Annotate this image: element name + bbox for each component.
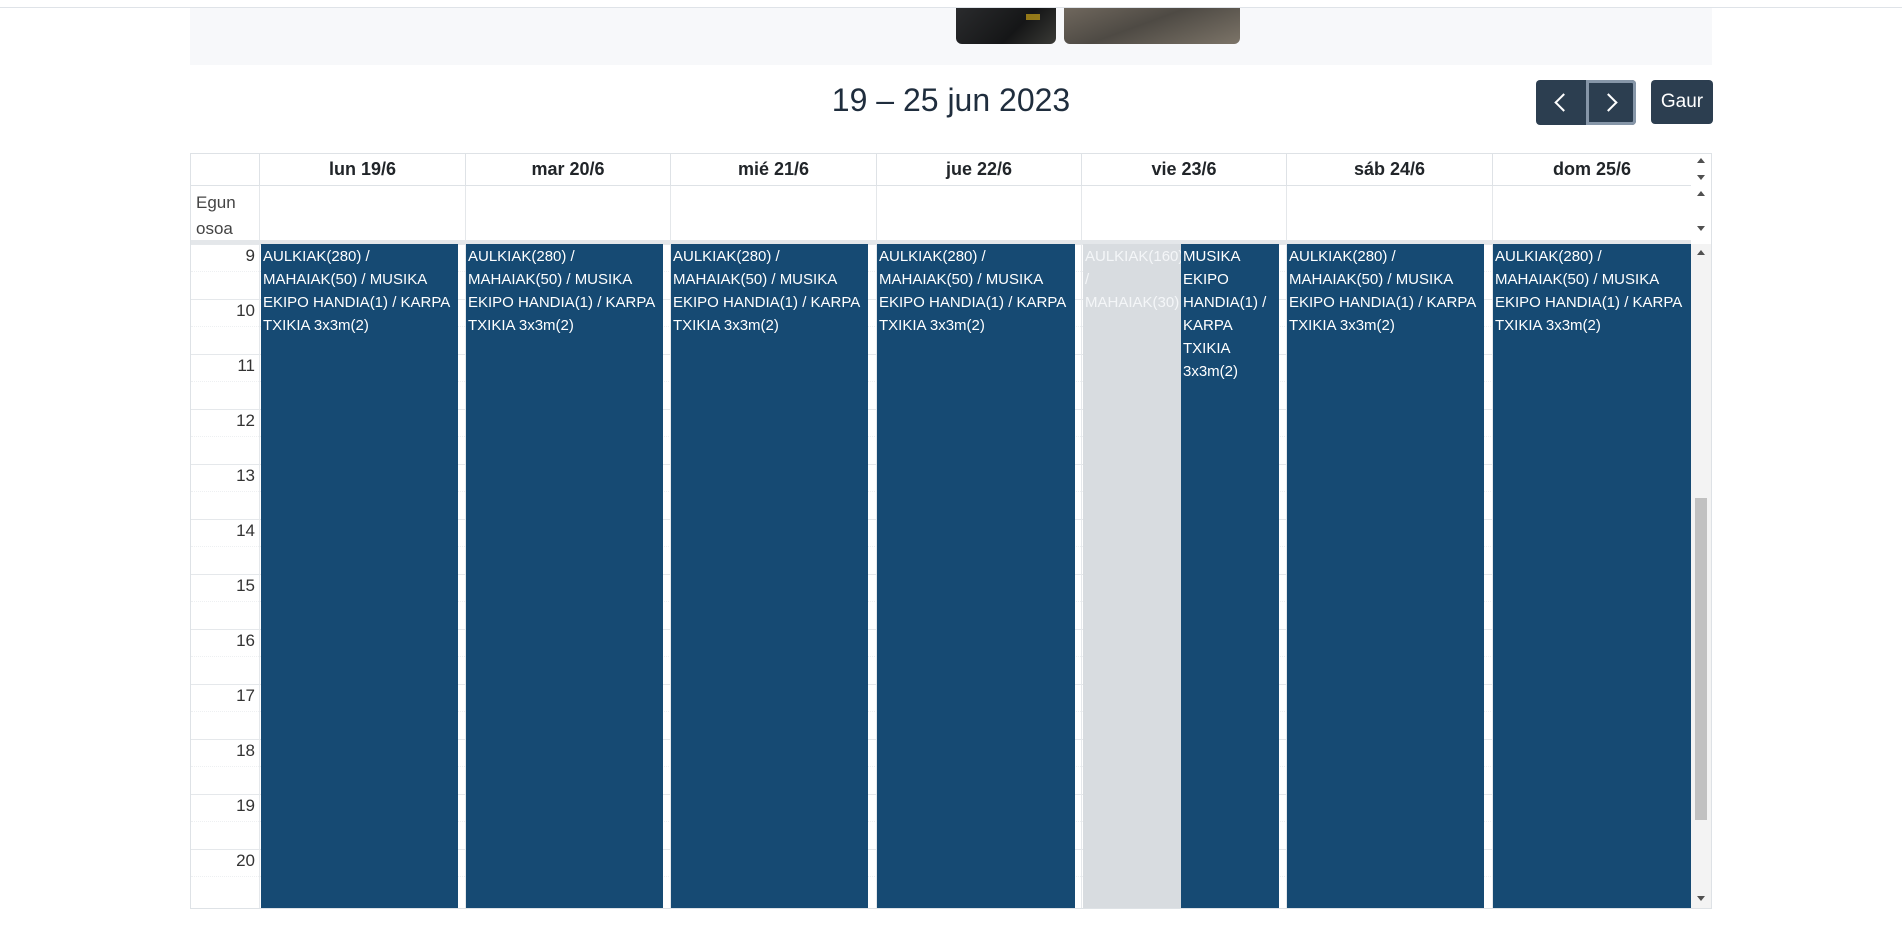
scroll-down-icon[interactable]	[1697, 175, 1705, 180]
scroll-up-icon[interactable]	[1697, 158, 1705, 163]
hour-label: 15	[236, 576, 255, 595]
all-day-scrollbar[interactable]	[1691, 154, 1711, 240]
chevron-right-icon	[1599, 93, 1618, 112]
hour-label: 11	[237, 356, 255, 375]
all-day-cell[interactable]	[1492, 186, 1691, 240]
scroll-up-icon[interactable]	[1697, 250, 1705, 255]
hour-label: 13	[236, 466, 255, 485]
hour-label: 10	[236, 301, 255, 320]
hour-label: 20	[236, 851, 255, 870]
scroll-up-icon[interactable]	[1697, 191, 1705, 196]
day-header[interactable]: dom 25/6	[1492, 154, 1691, 185]
day-header-row: lun 19/6 mar 20/6 mié 21/6 jue 22/6 vie …	[191, 154, 1691, 186]
all-day-cell[interactable]	[876, 186, 1081, 240]
day-header[interactable]: mié 21/6	[670, 154, 876, 185]
calendar-event[interactable]: AULKIAK(280) / MAHAIAK(50) / MUSIKA EKIP…	[261, 244, 458, 908]
today-button[interactable]: Gaur	[1651, 80, 1713, 124]
calendar-event[interactable]: AULKIAK(280) / MAHAIAK(50) / MUSIKA EKIP…	[466, 244, 663, 908]
column-divider	[259, 244, 260, 908]
time-grid-scrollbar[interactable]	[1691, 244, 1711, 908]
all-day-cell[interactable]	[1081, 186, 1286, 240]
all-day-cell[interactable]	[1286, 186, 1492, 240]
time-grid: 9 10 11 12 13 14 15 16 17 18 19 20 AULKI…	[191, 244, 1691, 908]
image-gallery	[190, 8, 1712, 65]
week-navigation	[1536, 80, 1636, 125]
next-week-button[interactable]	[1586, 80, 1636, 125]
hour-label: 14	[236, 521, 255, 540]
hour-label: 18	[236, 741, 255, 760]
day-header[interactable]: sáb 24/6	[1286, 154, 1492, 185]
calendar-event[interactable]: AULKIAK(280) / MAHAIAK(50) / MUSIKA EKIP…	[877, 244, 1075, 908]
calendar-event[interactable]: MUSIKA EKIPO HANDIA(1) / KARPA TXIKIA 3x…	[1181, 244, 1279, 908]
all-day-cell[interactable]	[670, 186, 876, 240]
gallery-thumbnail[interactable]	[956, 8, 1056, 44]
hour-label: 12	[236, 411, 255, 430]
column-divider	[1081, 244, 1082, 908]
scroll-down-icon[interactable]	[1697, 896, 1705, 901]
calendar-event[interactable]: AULKIAK(160) / MAHAIAK(30)	[1083, 244, 1181, 908]
day-header[interactable]: lun 19/6	[259, 154, 465, 185]
hour-label: 16	[236, 631, 255, 650]
calendar-event[interactable]: AULKIAK(280) / MAHAIAK(50) / MUSIKA EKIP…	[671, 244, 868, 908]
prev-week-button[interactable]	[1536, 80, 1586, 125]
scroll-down-icon[interactable]	[1697, 226, 1705, 231]
all-day-cell[interactable]	[259, 186, 465, 240]
hour-label: 9	[245, 246, 255, 265]
day-header[interactable]: vie 23/6	[1081, 154, 1286, 185]
day-header[interactable]: mar 20/6	[465, 154, 670, 185]
week-calendar: lun 19/6 mar 20/6 mié 21/6 jue 22/6 vie …	[190, 153, 1712, 909]
all-day-row: Egun osoa	[191, 186, 1691, 244]
chevron-left-icon	[1554, 93, 1573, 112]
all-day-label: Egun osoa	[196, 193, 236, 238]
all-day-cell[interactable]	[465, 186, 670, 240]
gallery-thumbnail[interactable]	[1064, 8, 1240, 44]
day-header[interactable]: jue 22/6	[876, 154, 1081, 185]
hour-label: 19	[236, 796, 255, 815]
calendar-event[interactable]: AULKIAK(280) / MAHAIAK(50) / MUSIKA EKIP…	[1493, 244, 1691, 908]
scrollbar-thumb[interactable]	[1695, 498, 1707, 820]
hour-label: 17	[236, 686, 255, 705]
calendar-event[interactable]: AULKIAK(280) / MAHAIAK(50) / MUSIKA EKIP…	[1287, 244, 1484, 908]
